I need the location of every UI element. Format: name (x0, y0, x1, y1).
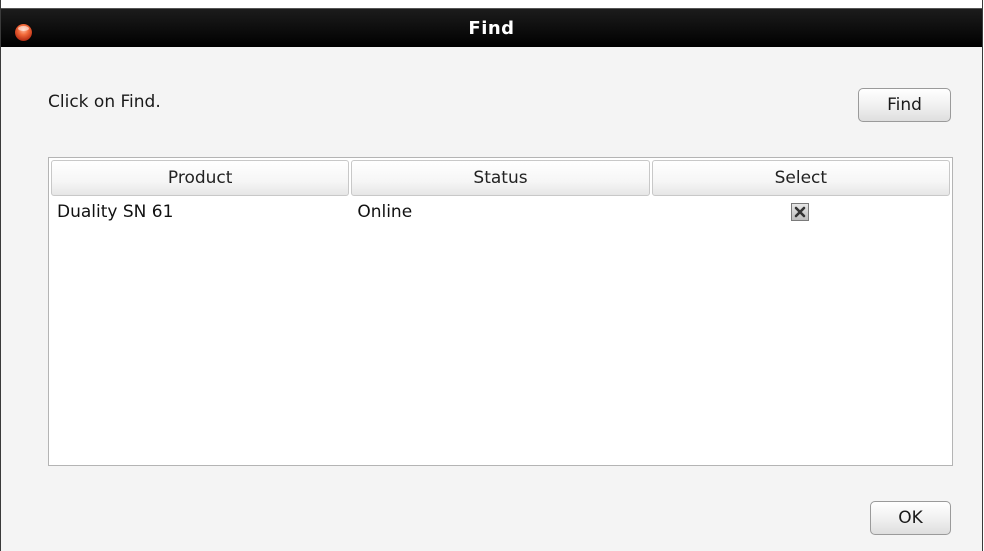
select-checkbox[interactable] (790, 203, 809, 221)
ok-button[interactable]: OK (870, 501, 951, 535)
status-cell: Online (357, 202, 413, 222)
column-header-select[interactable]: Select (651, 160, 950, 196)
window-title: Find (468, 18, 515, 39)
select-cell (652, 198, 950, 226)
table-header: Product Status Select (51, 160, 950, 196)
title-bar[interactable]: Find (1, 8, 982, 47)
find-dialog: Find Click on Find. Find Product Status … (0, 0, 983, 551)
window-top-edge (1, 0, 982, 8)
column-header-product[interactable]: Product (51, 160, 350, 196)
checkbox-checked-icon (794, 206, 806, 218)
results-table: Product Status Select Duality SN 61 Onli… (48, 157, 953, 466)
find-button[interactable]: Find (858, 88, 951, 122)
table-row[interactable]: Duality SN 61 Online (51, 198, 950, 226)
product-cell: Duality SN 61 (57, 202, 174, 222)
column-header-status[interactable]: Status (351, 160, 650, 196)
instruction-text: Click on Find. (48, 92, 161, 112)
